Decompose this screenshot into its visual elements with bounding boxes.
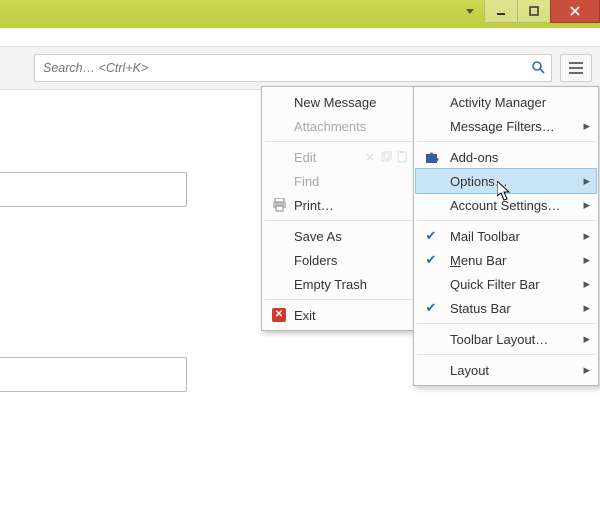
menu-separator <box>417 220 595 221</box>
menu-label: Add-ons <box>450 150 498 165</box>
menu-account-settings[interactable]: Account Settings… ▸ <box>416 193 596 217</box>
menu-separator <box>265 220 431 221</box>
menu-label: Layout <box>450 363 489 378</box>
menu-label: Print… <box>294 198 334 213</box>
menu-label: Empty Trash <box>294 277 367 292</box>
menu-layout[interactable]: Layout ▸ <box>416 358 596 382</box>
menu-label: Options… <box>450 174 508 189</box>
menu-save-as[interactable]: Save As ▸ <box>264 224 432 248</box>
tabstrip-area <box>0 28 600 47</box>
chevron-right-icon: ▸ <box>583 331 590 347</box>
menu-separator <box>417 141 595 142</box>
app-menu-button[interactable] <box>560 54 592 82</box>
menu-label: Message Filters… <box>450 119 555 134</box>
edit-action-icons <box>364 151 408 163</box>
menu-label: Status Bar <box>450 301 511 316</box>
menu-print[interactable]: Print… <box>264 193 432 217</box>
maximize-button[interactable] <box>517 0 551 23</box>
check-icon: ✔ <box>422 299 440 317</box>
menu-separator <box>265 141 431 142</box>
menu-label: Folders <box>294 253 337 268</box>
options-submenu: Activity Manager Message Filters… ▸ Add-… <box>413 86 599 386</box>
menu-separator <box>417 323 595 324</box>
minimize-button[interactable] <box>484 0 518 23</box>
menu-label: Menu Bar <box>450 253 506 268</box>
chevron-right-icon: ▸ <box>583 300 590 316</box>
cut-icon <box>364 151 376 163</box>
menu-options[interactable]: Options… ▸ <box>416 169 596 193</box>
check-icon: ✔ <box>422 251 440 269</box>
menu-activity-manager[interactable]: Activity Manager <box>416 90 596 114</box>
menu-label: Mail Toolbar <box>450 229 520 244</box>
menu-label: Edit <box>294 150 316 165</box>
printer-icon <box>270 196 288 214</box>
menu-label: New Message <box>294 95 376 110</box>
menu-addons[interactable]: Add-ons <box>416 145 596 169</box>
panel-stub <box>0 172 187 207</box>
menu-label: Exit <box>294 308 316 323</box>
menu-separator <box>265 299 431 300</box>
app-menu: New Message ▸ Attachments ▸ Edit Find Pr… <box>261 86 435 331</box>
menu-exit[interactable]: ✕ Exit <box>264 303 432 327</box>
menu-mail-toolbar[interactable]: ✔ Mail Toolbar ▸ <box>416 224 596 248</box>
check-icon: ✔ <box>422 227 440 245</box>
chevron-right-icon: ▸ <box>583 118 590 134</box>
menu-label: Account Settings… <box>450 198 561 213</box>
titlebar-dropdown-icon[interactable] <box>461 0 479 22</box>
puzzle-icon <box>422 148 440 166</box>
chevron-right-icon: ▸ <box>583 228 590 244</box>
panel-stub <box>0 357 187 392</box>
menu-label: Toolbar Layout… <box>450 332 548 347</box>
copy-icon <box>380 151 392 163</box>
chevron-right-icon: ▸ <box>583 252 590 268</box>
menu-status-bar[interactable]: ✔ Status Bar ▸ <box>416 296 596 320</box>
menu-message-filters[interactable]: Message Filters… ▸ <box>416 114 596 138</box>
search-input[interactable] <box>41 60 531 76</box>
chevron-right-icon: ▸ <box>583 197 590 213</box>
menu-attachments: Attachments ▸ <box>264 114 432 138</box>
toolbar <box>0 47 600 90</box>
menu-folders[interactable]: Folders ▸ <box>264 248 432 272</box>
menu-label: Save As <box>294 229 342 244</box>
search-box[interactable] <box>34 54 552 82</box>
chevron-right-icon: ▸ <box>583 173 590 189</box>
menu-find: Find <box>264 169 432 193</box>
menu-label: Activity Manager <box>450 95 546 110</box>
search-icon[interactable] <box>531 60 545 77</box>
titlebar <box>0 0 600 28</box>
menu-empty-trash[interactable]: Empty Trash <box>264 272 432 296</box>
menu-label: Attachments <box>294 119 366 134</box>
menu-quick-filter-bar[interactable]: Quick Filter Bar ▸ <box>416 272 596 296</box>
menu-new-message[interactable]: New Message ▸ <box>264 90 432 114</box>
menu-toolbar-layout[interactable]: Toolbar Layout… ▸ <box>416 327 596 351</box>
paste-icon <box>396 151 408 163</box>
close-button[interactable] <box>550 0 600 23</box>
menu-label: Quick Filter Bar <box>450 277 540 292</box>
chevron-right-icon: ▸ <box>583 362 590 378</box>
exit-icon: ✕ <box>270 306 288 324</box>
menu-edit: Edit <box>264 145 432 169</box>
content-area: New Message ▸ Attachments ▸ Edit Find Pr… <box>0 90 600 511</box>
menu-menu-bar[interactable]: ✔ Menu Bar ▸ <box>416 248 596 272</box>
menu-label: Find <box>294 174 319 189</box>
chevron-right-icon: ▸ <box>583 276 590 292</box>
menu-separator <box>417 354 595 355</box>
